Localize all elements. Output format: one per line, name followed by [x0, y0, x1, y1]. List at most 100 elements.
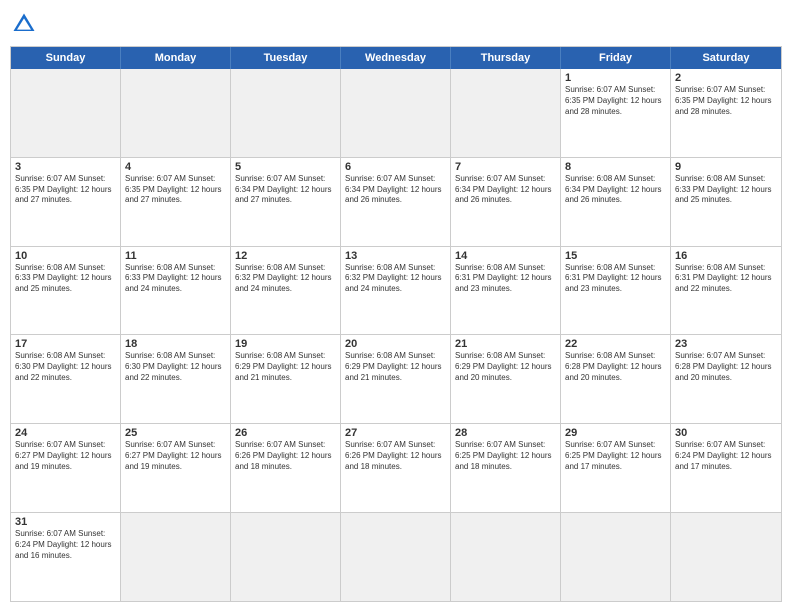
day-number: 30 — [675, 427, 777, 439]
cell-info: Sunrise: 6:08 AM Sunset: 6:30 PM Dayligh… — [15, 351, 116, 383]
calendar-cell: 24Sunrise: 6:07 AM Sunset: 6:27 PM Dayli… — [11, 424, 121, 512]
day-header-wednesday: Wednesday — [341, 47, 451, 69]
cell-info: Sunrise: 6:07 AM Sunset: 6:35 PM Dayligh… — [565, 85, 666, 117]
day-number: 4 — [125, 161, 226, 173]
day-number: 1 — [565, 72, 666, 84]
calendar-cell: 7Sunrise: 6:07 AM Sunset: 6:34 PM Daylig… — [451, 158, 561, 246]
cell-info: Sunrise: 6:08 AM Sunset: 6:31 PM Dayligh… — [455, 263, 556, 295]
day-number: 26 — [235, 427, 336, 439]
day-number: 25 — [125, 427, 226, 439]
calendar-cell: 22Sunrise: 6:08 AM Sunset: 6:28 PM Dayli… — [561, 335, 671, 423]
calendar-cell: 4Sunrise: 6:07 AM Sunset: 6:35 PM Daylig… — [121, 158, 231, 246]
day-number: 16 — [675, 250, 777, 262]
cell-info: Sunrise: 6:08 AM Sunset: 6:29 PM Dayligh… — [345, 351, 446, 383]
day-header-thursday: Thursday — [451, 47, 561, 69]
calendar-header: SundayMondayTuesdayWednesdayThursdayFrid… — [11, 47, 781, 69]
cell-info: Sunrise: 6:08 AM Sunset: 6:33 PM Dayligh… — [675, 174, 777, 206]
cell-info: Sunrise: 6:07 AM Sunset: 6:27 PM Dayligh… — [15, 440, 116, 472]
cell-info: Sunrise: 6:08 AM Sunset: 6:31 PM Dayligh… — [565, 263, 666, 295]
cell-info: Sunrise: 6:08 AM Sunset: 6:34 PM Dayligh… — [565, 174, 666, 206]
cell-info: Sunrise: 6:07 AM Sunset: 6:25 PM Dayligh… — [455, 440, 556, 472]
day-number: 13 — [345, 250, 446, 262]
calendar-cell — [341, 513, 451, 601]
day-number: 7 — [455, 161, 556, 173]
calendar-cell: 27Sunrise: 6:07 AM Sunset: 6:26 PM Dayli… — [341, 424, 451, 512]
day-header-monday: Monday — [121, 47, 231, 69]
logo-icon — [10, 10, 38, 38]
calendar-cell: 1Sunrise: 6:07 AM Sunset: 6:35 PM Daylig… — [561, 69, 671, 157]
day-number: 17 — [15, 338, 116, 350]
calendar-cell: 29Sunrise: 6:07 AM Sunset: 6:25 PM Dayli… — [561, 424, 671, 512]
day-number: 11 — [125, 250, 226, 262]
cell-info: Sunrise: 6:08 AM Sunset: 6:31 PM Dayligh… — [675, 263, 777, 295]
calendar-cell: 11Sunrise: 6:08 AM Sunset: 6:33 PM Dayli… — [121, 247, 231, 335]
calendar-row: 31Sunrise: 6:07 AM Sunset: 6:24 PM Dayli… — [11, 513, 781, 601]
calendar-row: 10Sunrise: 6:08 AM Sunset: 6:33 PM Dayli… — [11, 247, 781, 336]
calendar-cell: 31Sunrise: 6:07 AM Sunset: 6:24 PM Dayli… — [11, 513, 121, 601]
cell-info: Sunrise: 6:08 AM Sunset: 6:30 PM Dayligh… — [125, 351, 226, 383]
calendar-cell — [451, 513, 561, 601]
cell-info: Sunrise: 6:07 AM Sunset: 6:35 PM Dayligh… — [15, 174, 116, 206]
day-number: 14 — [455, 250, 556, 262]
calendar-cell — [11, 69, 121, 157]
calendar-cell — [231, 69, 341, 157]
logo — [10, 10, 42, 38]
calendar-cell: 28Sunrise: 6:07 AM Sunset: 6:25 PM Dayli… — [451, 424, 561, 512]
day-number: 6 — [345, 161, 446, 173]
cell-info: Sunrise: 6:07 AM Sunset: 6:34 PM Dayligh… — [345, 174, 446, 206]
calendar-cell: 21Sunrise: 6:08 AM Sunset: 6:29 PM Dayli… — [451, 335, 561, 423]
page: SundayMondayTuesdayWednesdayThursdayFrid… — [0, 0, 792, 612]
calendar-cell: 16Sunrise: 6:08 AM Sunset: 6:31 PM Dayli… — [671, 247, 781, 335]
calendar-cell: 14Sunrise: 6:08 AM Sunset: 6:31 PM Dayli… — [451, 247, 561, 335]
cell-info: Sunrise: 6:08 AM Sunset: 6:32 PM Dayligh… — [235, 263, 336, 295]
cell-info: Sunrise: 6:07 AM Sunset: 6:34 PM Dayligh… — [235, 174, 336, 206]
day-number: 27 — [345, 427, 446, 439]
cell-info: Sunrise: 6:07 AM Sunset: 6:26 PM Dayligh… — [345, 440, 446, 472]
day-number: 3 — [15, 161, 116, 173]
calendar-cell — [341, 69, 451, 157]
calendar-cell: 12Sunrise: 6:08 AM Sunset: 6:32 PM Dayli… — [231, 247, 341, 335]
calendar-body: 1Sunrise: 6:07 AM Sunset: 6:35 PM Daylig… — [11, 69, 781, 601]
calendar-row: 1Sunrise: 6:07 AM Sunset: 6:35 PM Daylig… — [11, 69, 781, 158]
cell-info: Sunrise: 6:08 AM Sunset: 6:32 PM Dayligh… — [345, 263, 446, 295]
calendar: SundayMondayTuesdayWednesdayThursdayFrid… — [10, 46, 782, 602]
calendar-cell: 8Sunrise: 6:08 AM Sunset: 6:34 PM Daylig… — [561, 158, 671, 246]
calendar-cell: 19Sunrise: 6:08 AM Sunset: 6:29 PM Dayli… — [231, 335, 341, 423]
header — [10, 10, 782, 38]
cell-info: Sunrise: 6:08 AM Sunset: 6:33 PM Dayligh… — [15, 263, 116, 295]
day-number: 23 — [675, 338, 777, 350]
cell-info: Sunrise: 6:07 AM Sunset: 6:24 PM Dayligh… — [675, 440, 777, 472]
cell-info: Sunrise: 6:08 AM Sunset: 6:33 PM Dayligh… — [125, 263, 226, 295]
day-header-tuesday: Tuesday — [231, 47, 341, 69]
day-number: 20 — [345, 338, 446, 350]
calendar-cell — [561, 513, 671, 601]
day-number: 15 — [565, 250, 666, 262]
cell-info: Sunrise: 6:07 AM Sunset: 6:35 PM Dayligh… — [675, 85, 777, 117]
calendar-cell: 13Sunrise: 6:08 AM Sunset: 6:32 PM Dayli… — [341, 247, 451, 335]
calendar-cell: 18Sunrise: 6:08 AM Sunset: 6:30 PM Dayli… — [121, 335, 231, 423]
day-number: 19 — [235, 338, 336, 350]
day-number: 5 — [235, 161, 336, 173]
cell-info: Sunrise: 6:07 AM Sunset: 6:25 PM Dayligh… — [565, 440, 666, 472]
day-number: 2 — [675, 72, 777, 84]
calendar-cell: 15Sunrise: 6:08 AM Sunset: 6:31 PM Dayli… — [561, 247, 671, 335]
day-number: 22 — [565, 338, 666, 350]
calendar-cell: 26Sunrise: 6:07 AM Sunset: 6:26 PM Dayli… — [231, 424, 341, 512]
day-header-friday: Friday — [561, 47, 671, 69]
day-number: 31 — [15, 516, 116, 528]
cell-info: Sunrise: 6:07 AM Sunset: 6:35 PM Dayligh… — [125, 174, 226, 206]
day-header-saturday: Saturday — [671, 47, 781, 69]
calendar-cell: 2Sunrise: 6:07 AM Sunset: 6:35 PM Daylig… — [671, 69, 781, 157]
calendar-cell — [231, 513, 341, 601]
day-number: 12 — [235, 250, 336, 262]
cell-info: Sunrise: 6:08 AM Sunset: 6:28 PM Dayligh… — [565, 351, 666, 383]
calendar-cell: 17Sunrise: 6:08 AM Sunset: 6:30 PM Dayli… — [11, 335, 121, 423]
cell-info: Sunrise: 6:07 AM Sunset: 6:34 PM Dayligh… — [455, 174, 556, 206]
cell-info: Sunrise: 6:07 AM Sunset: 6:26 PM Dayligh… — [235, 440, 336, 472]
cell-info: Sunrise: 6:07 AM Sunset: 6:24 PM Dayligh… — [15, 529, 116, 561]
calendar-cell: 10Sunrise: 6:08 AM Sunset: 6:33 PM Dayli… — [11, 247, 121, 335]
calendar-cell: 25Sunrise: 6:07 AM Sunset: 6:27 PM Dayli… — [121, 424, 231, 512]
cell-info: Sunrise: 6:07 AM Sunset: 6:28 PM Dayligh… — [675, 351, 777, 383]
day-number: 29 — [565, 427, 666, 439]
day-number: 24 — [15, 427, 116, 439]
